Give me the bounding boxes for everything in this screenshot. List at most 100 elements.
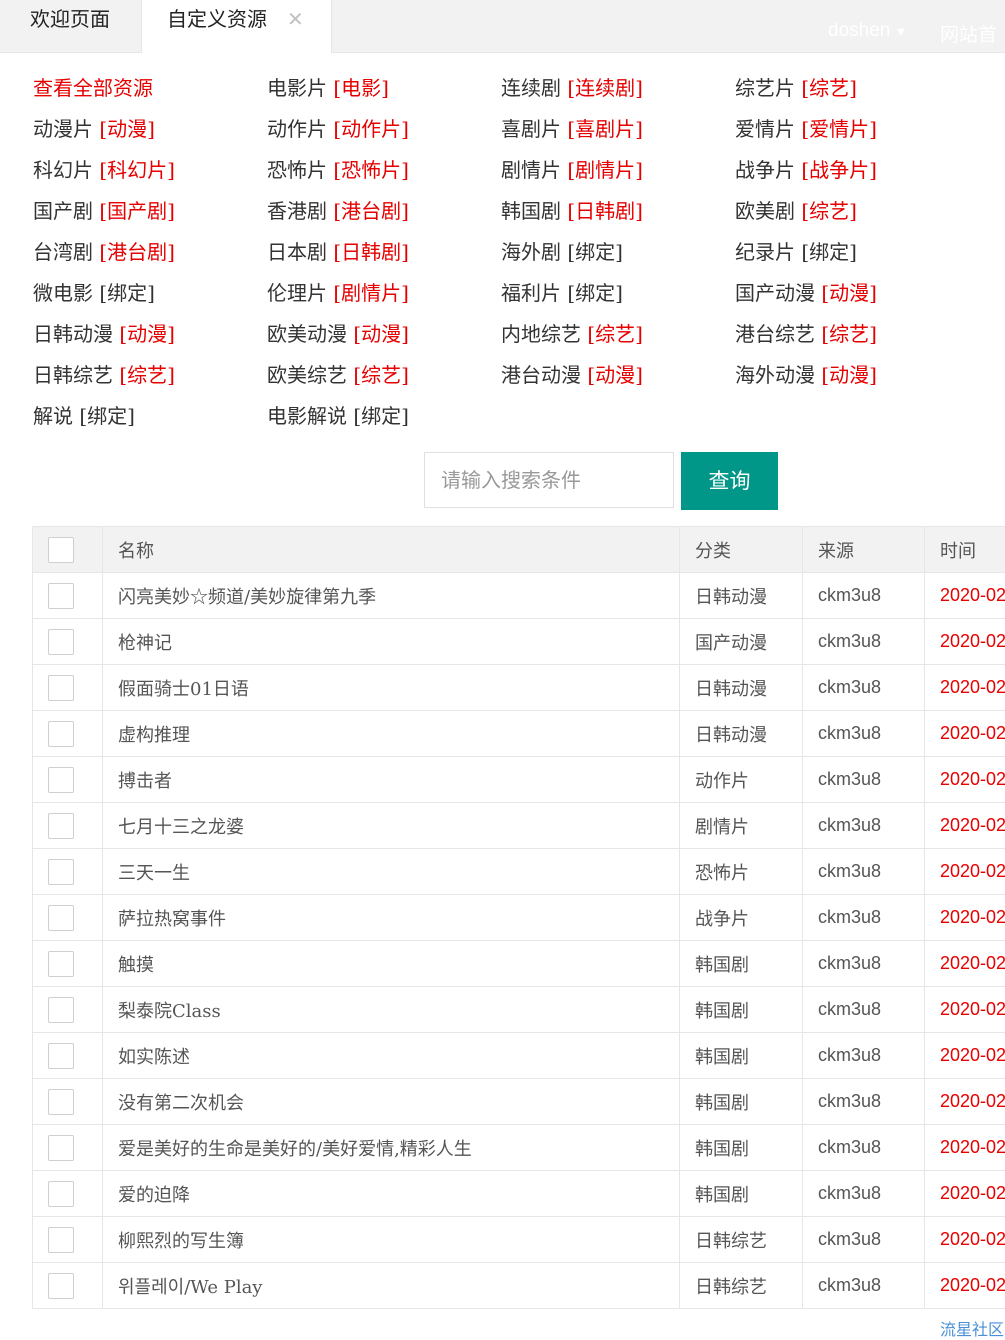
row-checkbox[interactable] xyxy=(48,1089,74,1115)
site-home-link[interactable]: 网站首 xyxy=(940,20,997,47)
category-binding: [国产剧] xyxy=(99,199,175,223)
category-item[interactable]: 福利片 [绑定] xyxy=(501,277,735,318)
category-binding: [绑定] xyxy=(99,281,155,305)
category-item[interactable]: 科幻片 [科幻片] xyxy=(33,154,267,195)
category-item[interactable]: 港台综艺 [综艺] xyxy=(735,318,969,359)
category-item[interactable]: 动作片 [动作片] xyxy=(267,113,501,154)
tab-custom-resource[interactable]: 自定义资源 ✕ xyxy=(142,0,332,53)
row-name: 萨拉热窝事件 xyxy=(103,895,680,941)
category-item[interactable]: 内地综艺 [综艺] xyxy=(501,318,735,359)
category-item[interactable]: 微电影 [绑定] xyxy=(33,277,267,318)
table-row[interactable]: 梨泰院Class韩国剧ckm3u82020-02 xyxy=(33,987,1005,1033)
row-category: 韩国剧 xyxy=(680,941,803,987)
category-item[interactable]: 香港剧 [港台剧] xyxy=(267,195,501,236)
table-row[interactable]: 枪神记国产动漫ckm3u82020-02 xyxy=(33,619,1005,665)
category-name: 海外动漫 xyxy=(735,363,815,387)
search-input[interactable] xyxy=(424,452,674,508)
row-checkbox[interactable] xyxy=(48,629,74,655)
table-row[interactable]: 假面骑士01日语日韩动漫ckm3u82020-02 xyxy=(33,665,1005,711)
row-checkbox[interactable] xyxy=(48,1043,74,1069)
category-item[interactable]: 连续剧 [连续剧] xyxy=(501,72,735,113)
category-name: 纪录片 xyxy=(735,240,795,264)
table-row[interactable]: 虚构推理日韩动漫ckm3u82020-02 xyxy=(33,711,1005,757)
category-item[interactable]: 日本剧 [日韩剧] xyxy=(267,236,501,277)
row-checkbox[interactable] xyxy=(48,1181,74,1207)
row-checkbox[interactable] xyxy=(48,721,74,747)
table-row[interactable]: 爱是美好的生命是美好的/美好爱情,精彩人生韩国剧ckm3u82020-02 xyxy=(33,1125,1005,1171)
category-name: 电影解说 xyxy=(267,404,347,428)
category-item[interactable]: 电影解说 [绑定] xyxy=(267,400,501,441)
row-checkbox[interactable] xyxy=(48,767,74,793)
row-source: ckm3u8 xyxy=(803,757,925,803)
table-row[interactable]: 如实陈述韩国剧ckm3u82020-02 xyxy=(33,1033,1005,1079)
table-row[interactable]: 萨拉热窝事件战争片ckm3u82020-02 xyxy=(33,895,1005,941)
row-checkbox[interactable] xyxy=(48,1273,74,1299)
table-row[interactable]: 触摸韩国剧ckm3u82020-02 xyxy=(33,941,1005,987)
category-item[interactable]: 港台动漫 [动漫] xyxy=(501,359,735,400)
row-source: ckm3u8 xyxy=(803,1217,925,1263)
category-item[interactable]: 韩国剧 [日韩剧] xyxy=(501,195,735,236)
category-name: 日韩动漫 xyxy=(33,322,113,346)
category-item[interactable]: 欧美综艺 [综艺] xyxy=(267,359,501,400)
category-item[interactable]: 欧美剧 [综艺] xyxy=(735,195,969,236)
row-checkbox[interactable] xyxy=(48,1227,74,1253)
category-binding: [动漫] xyxy=(821,363,877,387)
user-menu[interactable]: doshen ▼ xyxy=(828,20,907,42)
row-checkbox[interactable] xyxy=(48,997,74,1023)
row-category: 韩国剧 xyxy=(680,1125,803,1171)
tab-welcome[interactable]: 欢迎页面 xyxy=(0,0,142,52)
row-checkbox[interactable] xyxy=(48,1135,74,1161)
category-item[interactable]: 台湾剧 [港台剧] xyxy=(33,236,267,277)
close-icon[interactable]: ✕ xyxy=(287,0,304,38)
category-name: 微电影 xyxy=(33,281,93,305)
select-all-checkbox[interactable] xyxy=(48,537,74,563)
category-item[interactable]: 欧美动漫 [动漫] xyxy=(267,318,501,359)
category-item[interactable]: 海外剧 [绑定] xyxy=(501,236,735,277)
table-row[interactable]: 没有第二次机会韩国剧ckm3u82020-02 xyxy=(33,1079,1005,1125)
row-checkbox[interactable] xyxy=(48,813,74,839)
table-row[interactable]: 闪亮美妙☆频道/美妙旋律第九季日韩动漫ckm3u82020-02 xyxy=(33,573,1005,619)
row-checkbox[interactable] xyxy=(48,859,74,885)
row-check-cell xyxy=(33,987,103,1033)
category-item[interactable]: 日韩综艺 [综艺] xyxy=(33,359,267,400)
category-item[interactable]: 剧情片 [剧情片] xyxy=(501,154,735,195)
category-list: 查看全部资源电影片 [电影]连续剧 [连续剧]综艺片 [综艺] 动漫片 [动漫]动… xyxy=(33,72,993,441)
category-item[interactable]: 查看全部资源 xyxy=(33,72,267,113)
table-row[interactable]: 柳熙烈的写生簿日韩综艺ckm3u82020-02 xyxy=(33,1217,1005,1263)
category-item[interactable]: 纪录片 [绑定] xyxy=(735,236,969,277)
row-source: ckm3u8 xyxy=(803,1033,925,1079)
category-item[interactable]: 伦理片 [剧情片] xyxy=(267,277,501,318)
table-row[interactable]: 위플레이/We Play日韩综艺ckm3u82020-02 xyxy=(33,1263,1005,1309)
row-checkbox[interactable] xyxy=(48,675,74,701)
row-checkbox[interactable] xyxy=(48,905,74,931)
category-item[interactable]: 战争片 [战争片] xyxy=(735,154,969,195)
table-row[interactable]: 三天一生恐怖片ckm3u82020-02 xyxy=(33,849,1005,895)
category-item[interactable]: 综艺片 [综艺] xyxy=(735,72,969,113)
chevron-down-icon: ▼ xyxy=(894,24,907,39)
category-binding: [绑定] xyxy=(567,281,623,305)
row-check-cell xyxy=(33,1079,103,1125)
search-button[interactable]: 查询 xyxy=(681,452,778,510)
category-binding: [剧情片] xyxy=(333,281,409,305)
category-item[interactable]: 国产动漫 [动漫] xyxy=(735,277,969,318)
category-item[interactable]: 国产剧 [国产剧] xyxy=(33,195,267,236)
table-row[interactable]: 爱的迫降韩国剧ckm3u82020-02 xyxy=(33,1171,1005,1217)
row-checkbox[interactable] xyxy=(48,583,74,609)
row-checkbox[interactable] xyxy=(48,951,74,977)
category-name: 解说 xyxy=(33,404,73,428)
category-item[interactable]: 恐怖片 [恐怖片] xyxy=(267,154,501,195)
table-row[interactable]: 搏击者动作片ckm3u82020-02 xyxy=(33,757,1005,803)
row-time: 2020-02 xyxy=(925,665,1005,711)
category-item[interactable]: 电影片 [电影] xyxy=(267,72,501,113)
category-item[interactable]: 日韩动漫 [动漫] xyxy=(33,318,267,359)
category-name: 内地综艺 xyxy=(501,322,581,346)
category-item[interactable]: 海外动漫 [动漫] xyxy=(735,359,969,400)
user-name: doshen xyxy=(828,20,890,41)
row-category: 剧情片 xyxy=(680,803,803,849)
category-item[interactable]: 喜剧片 [喜剧片] xyxy=(501,113,735,154)
category-item[interactable]: 动漫片 [动漫] xyxy=(33,113,267,154)
table-row[interactable]: 七月十三之龙婆剧情片ckm3u82020-02 xyxy=(33,803,1005,849)
category-item[interactable]: 爱情片 [爱情片] xyxy=(735,113,969,154)
category-binding: [综艺] xyxy=(821,322,877,346)
category-item[interactable]: 解说 [绑定] xyxy=(33,400,267,441)
